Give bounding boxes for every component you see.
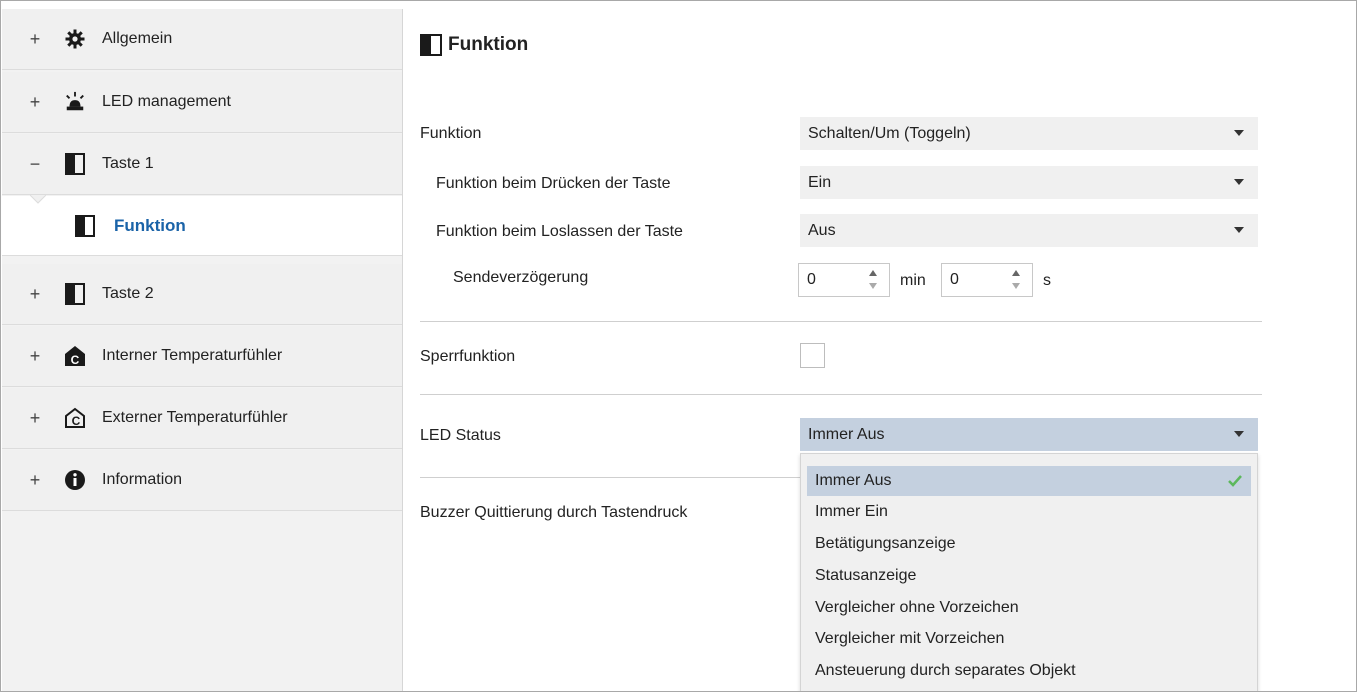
button-panel-icon [64,283,86,305]
expand-icon[interactable]: + [28,92,42,113]
gear-icon [64,28,86,50]
delay-seconds-value: 0 [950,271,959,288]
delay-minutes-unit: min [900,272,926,289]
sperrfunktion-checkbox[interactable] [800,343,825,368]
sidebar-item-label: Allgemein [102,30,173,47]
page-title-text: Funktion [448,34,529,55]
sidebar-item-label: LED management [102,93,231,110]
delay-seconds-unit: s [1043,272,1051,289]
sidebar-item-allgemein[interactable]: + Allgemein [2,9,402,70]
checkmark-icon [1228,475,1242,487]
page-title: Funktion [420,34,528,56]
dropdown-option[interactable]: Immer Ein [807,497,1251,527]
sidebar-item-led-management[interactable]: + LED management [2,72,402,133]
spinner-arrows-icon[interactable] [869,268,879,292]
dropdown-option[interactable]: Vergleicher ohne Vorzeichen [807,593,1251,623]
dropdown-option[interactable]: Betätigungsanzeige [807,529,1251,559]
sidebar-item-externer-temperaturfuehler[interactable]: + C Externer Temperaturfühler [2,388,402,449]
svg-text:C: C [72,414,81,428]
sidebar-item-label: Taste 2 [102,285,154,302]
sidebar-item-interner-temperaturfuehler[interactable]: + C Interner Temperaturfühler [2,326,402,387]
expand-icon[interactable]: + [28,470,42,491]
expand-icon[interactable]: + [28,408,42,429]
sidebar: + Allgemein + LED management − Taste 1 F… [2,9,403,691]
sperrfunktion-label: Sperrfunktion [420,348,516,365]
sidebar-item-label: Externer Temperaturfühler [102,409,288,426]
sendeverzoegerung-label: Sendeverzögerung [453,269,589,286]
button-panel-icon [420,34,442,56]
sidebar-item-label: Taste 1 [102,155,154,172]
app-window: + Allgemein + LED management − Taste 1 F… [0,0,1357,692]
divider [420,321,1262,322]
sidebar-item-funktion[interactable]: Funktion [2,195,402,256]
sidebar-item-information[interactable]: + Information [2,450,402,511]
divider [420,477,800,478]
sidebar-item-taste-1[interactable]: − Taste 1 [2,134,402,195]
druecken-label: Funktion beim Drücken der Taste [436,175,671,192]
dropdown-option[interactable]: Immer Aus [807,466,1251,496]
main-panel: Funktion Funktion Schalten/Um (Toggeln) … [403,1,1356,691]
sidebar-item-label: Funktion [114,215,186,235]
funktion-label: Funktion [420,125,482,142]
chevron-down-icon [1234,179,1244,185]
dropdown-option[interactable]: Ansteuerung durch separates Objekt [807,656,1251,686]
loslassen-label: Funktion beim Loslassen der Taste [436,223,683,240]
chevron-down-icon [1234,431,1244,437]
dropdown-option[interactable]: Vergleicher mit Vorzeichen [807,624,1251,654]
led-status-select[interactable]: Immer Aus [800,418,1258,451]
info-icon [64,469,86,491]
loslassen-select-value: Aus [808,221,836,239]
sidebar-item-taste-2[interactable]: + Taste 2 [2,264,402,325]
delay-minutes-value: 0 [807,271,816,288]
sidebar-item-label: Information [102,471,183,488]
funktion-select[interactable]: Schalten/Um (Toggeln) [800,117,1258,150]
chevron-down-icon [1234,130,1244,136]
led-status-label: LED Status [420,427,501,444]
internal-temperature-icon: C [64,345,86,367]
druecken-select-value: Ein [808,173,832,191]
button-panel-icon [74,214,96,237]
buzzer-label: Buzzer Quittierung durch Tastendruck [420,504,688,521]
button-panel-icon [64,153,86,175]
led-icon [64,91,86,113]
led-status-select-value: Immer Aus [808,425,885,443]
dropdown-option[interactable]: Statusanzeige [807,561,1251,591]
expand-icon[interactable]: + [28,29,42,50]
delay-seconds-stepper[interactable]: 0 [941,263,1033,297]
druecken-select[interactable]: Ein [800,166,1258,199]
external-temperature-icon: C [64,407,86,429]
chevron-down-icon [1234,227,1244,233]
delay-minutes-stepper[interactable]: 0 [798,263,890,297]
sidebar-item-label: Interner Temperaturfühler [102,347,283,364]
led-status-dropdown: Immer Aus Immer Ein Betätigungsanzeige S… [800,453,1258,691]
divider [420,394,1262,395]
expand-icon[interactable]: + [28,346,42,367]
expand-icon[interactable]: + [28,284,42,305]
spinner-arrows-icon[interactable] [1012,268,1022,292]
collapse-icon[interactable]: − [28,154,42,175]
funktion-select-value: Schalten/Um (Toggeln) [808,124,971,142]
svg-text:C: C [71,353,80,367]
loslassen-select[interactable]: Aus [800,214,1258,247]
tree-notch [30,195,46,204]
